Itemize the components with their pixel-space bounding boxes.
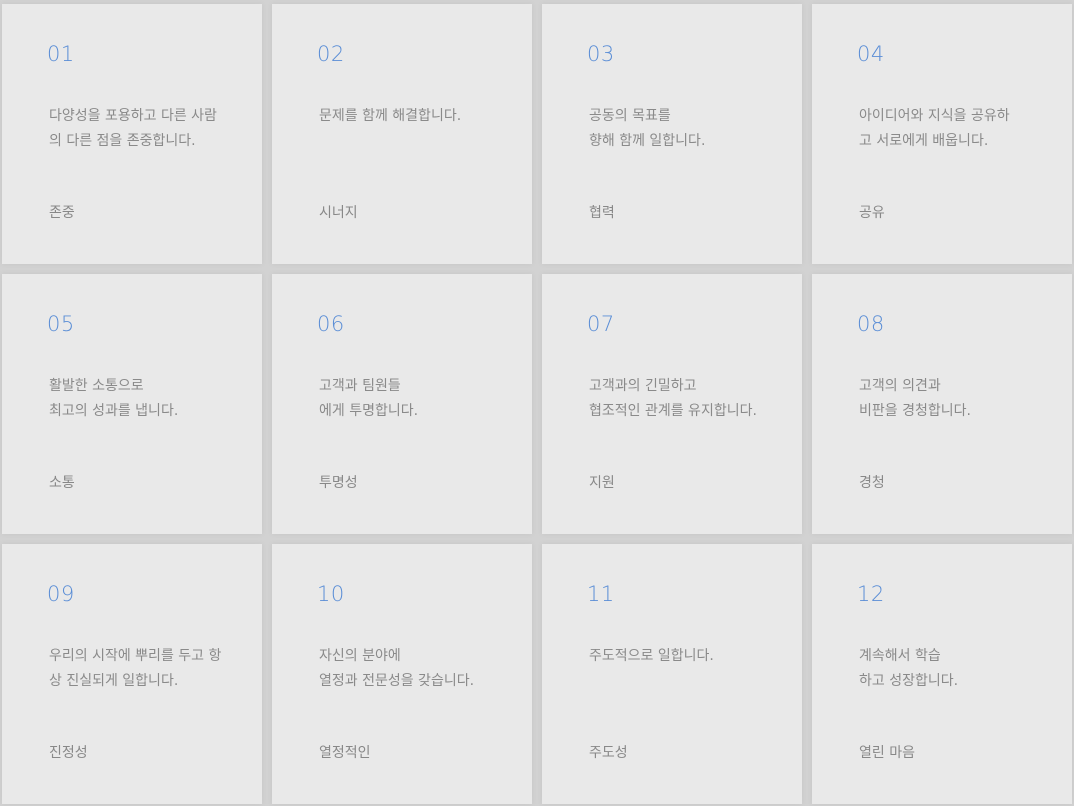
- card-number: 12: [857, 582, 885, 606]
- card-label: 열린 마음: [859, 745, 915, 761]
- card-number: 07: [587, 312, 615, 336]
- card-description: 계속해서 학습 하고 성장합니다.: [859, 648, 959, 689]
- value-card: 05 활발한 소통으로 최고의 성과를 냅니다. 소통: [2, 274, 262, 534]
- value-card: 02 문제를 함께 해결합니다. 시너지: [272, 4, 532, 264]
- card-label: 주도성: [589, 745, 628, 761]
- card-label: 지원: [589, 475, 615, 491]
- card-label: 열정적인: [319, 745, 371, 761]
- value-card: 09 우리의 시작에 뿌리를 두고 항 상 진실되게 일합니다. 진정성: [2, 544, 262, 804]
- card-label: 공유: [859, 205, 885, 221]
- card-description: 문제를 함께 해결합니다.: [319, 108, 462, 124]
- card-description: 고객과 팀원들 에게 투명합니다.: [319, 378, 419, 419]
- value-card: 06 고객과 팀원들 에게 투명합니다. 투명성: [272, 274, 532, 534]
- value-card: 03 공동의 목표를 향해 함께 일합니다. 협력: [542, 4, 802, 264]
- card-description: 고객의 의견과 비판을 경청합니다.: [859, 378, 971, 419]
- card-description: 자신의 분야에 열정과 전문성을 갖습니다.: [319, 648, 475, 689]
- card-description: 우리의 시작에 뿌리를 두고 항 상 진실되게 일합니다.: [49, 648, 222, 689]
- value-card: 04 아이디어와 지식을 공유하 고 서로에게 배웁니다. 공유: [812, 4, 1072, 264]
- card-description: 공동의 목표를 향해 함께 일합니다.: [589, 108, 706, 149]
- card-description: 고객과의 긴밀하고 협조적인 관계를 유지합니다.: [589, 378, 757, 419]
- card-number: 02: [317, 42, 345, 66]
- card-label: 진정성: [49, 745, 88, 761]
- card-number: 03: [587, 42, 615, 66]
- card-label: 존중: [49, 205, 75, 221]
- card-number: 11: [587, 582, 615, 606]
- card-number: 09: [47, 582, 75, 606]
- card-number: 05: [47, 312, 75, 336]
- card-description: 주도적으로 일합니다.: [589, 648, 714, 664]
- value-card: 12 계속해서 학습 하고 성장합니다. 열린 마음: [812, 544, 1072, 804]
- card-number: 08: [857, 312, 885, 336]
- card-description: 다양성을 포용하고 다른 사람 의 다른 점을 존중합니다.: [49, 108, 217, 149]
- values-grid: 01 다양성을 포용하고 다른 사람 의 다른 점을 존중합니다. 존중 02 …: [2, 4, 1072, 804]
- card-number: 06: [317, 312, 345, 336]
- value-card: 10 자신의 분야에 열정과 전문성을 갖습니다. 열정적인: [272, 544, 532, 804]
- value-card: 01 다양성을 포용하고 다른 사람 의 다른 점을 존중합니다. 존중: [2, 4, 262, 264]
- card-description: 아이디어와 지식을 공유하 고 서로에게 배웁니다.: [859, 108, 1010, 149]
- card-label: 협력: [589, 205, 615, 221]
- card-label: 소통: [49, 475, 75, 491]
- card-number: 01: [47, 42, 75, 66]
- card-label: 경청: [859, 475, 885, 491]
- card-description: 활발한 소통으로 최고의 성과를 냅니다.: [49, 378, 179, 419]
- card-label: 시너지: [319, 205, 358, 221]
- value-card: 07 고객과의 긴밀하고 협조적인 관계를 유지합니다. 지원: [542, 274, 802, 534]
- value-card: 08 고객의 의견과 비판을 경청합니다. 경청: [812, 274, 1072, 534]
- card-number: 04: [857, 42, 885, 66]
- card-label: 투명성: [319, 475, 358, 491]
- card-number: 10: [317, 582, 345, 606]
- value-card: 11 주도적으로 일합니다. 주도성: [542, 544, 802, 804]
